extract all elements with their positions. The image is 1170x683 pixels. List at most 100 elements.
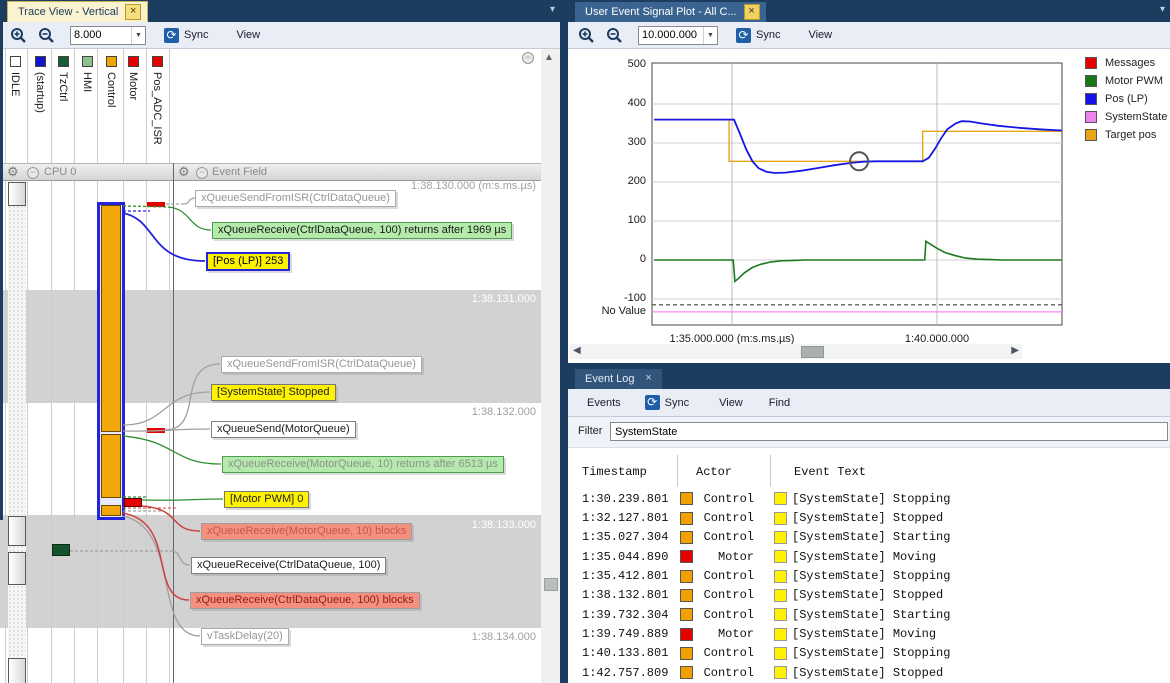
- view-menu[interactable]: View: [719, 397, 743, 409]
- close-icon[interactable]: ×: [642, 372, 656, 386]
- actor-column-label[interactable]: TzCtrl: [57, 72, 69, 101]
- log-row[interactable]: 1:40.133.801Control[SystemState] Stoppin…: [568, 644, 1170, 663]
- tab-event-log[interactable]: Event Log ×: [575, 369, 662, 389]
- log-row[interactable]: 1:35.044.890Motor[SystemState] Moving: [568, 547, 1170, 566]
- gear-icon[interactable]: ⚙: [178, 164, 190, 180]
- task-fragment-tzctrl[interactable]: [52, 544, 70, 556]
- legend-item[interactable]: Messages: [1085, 57, 1155, 69]
- sync-icon[interactable]: ⟳: [645, 395, 660, 410]
- legend-item[interactable]: Pos (LP): [1085, 93, 1148, 105]
- log-row[interactable]: 1:42.757.809Control[SystemState] Stopped: [568, 663, 1170, 682]
- log-row[interactable]: 1:30.239.801Control[SystemState] Stoppin…: [568, 489, 1170, 508]
- zoom-level-field: ▼: [638, 26, 718, 45]
- sync-button[interactable]: Sync: [665, 397, 689, 409]
- event-label[interactable]: xQueueSend(MotorQueue): [211, 421, 356, 438]
- events-menu[interactable]: Events: [587, 397, 621, 409]
- sync-icon[interactable]: ⟳: [164, 28, 179, 43]
- zoom-out-icon[interactable]: [606, 27, 623, 44]
- task-fragment-idle[interactable]: [8, 182, 26, 206]
- legend-label: Motor PWM: [1105, 75, 1163, 87]
- log-row[interactable]: 1:35.412.801Control[SystemState] Stoppin…: [568, 566, 1170, 585]
- legend-item[interactable]: SystemState: [1085, 111, 1167, 123]
- task-fragment-idle[interactable]: [8, 552, 26, 585]
- legend-item[interactable]: Motor PWM: [1085, 75, 1163, 87]
- event-label[interactable]: xQueueSendFromISR(CtrlDataQueue): [195, 190, 396, 207]
- log-row[interactable]: 1:32.127.801Control[SystemState] Stopped: [568, 508, 1170, 527]
- event-label[interactable]: xQueueReceive(CtrlDataQueue, 100) blocks: [190, 592, 420, 609]
- close-icon[interactable]: ×: [125, 4, 141, 20]
- sync-button[interactable]: Sync: [184, 29, 208, 41]
- collapse-all-icon[interactable]: −: [522, 52, 534, 64]
- gear-icon[interactable]: ⚙: [7, 164, 19, 180]
- zoom-level-input[interactable]: [71, 27, 131, 44]
- collapse-icon[interactable]: −: [196, 167, 208, 179]
- legend-item[interactable]: Target pos: [1085, 129, 1156, 141]
- column-header-actor[interactable]: Actor: [680, 465, 772, 479]
- log-event-text: [SystemState] Stopping: [792, 492, 950, 506]
- log-row[interactable]: 1:39.749.889Motor[SystemState] Moving: [568, 624, 1170, 643]
- task-fragment-idle[interactable]: [8, 658, 26, 683]
- actor-column-label[interactable]: IDLE: [9, 72, 21, 96]
- sync-button[interactable]: Sync: [756, 29, 780, 41]
- scroll-up-icon[interactable]: ▲: [544, 52, 554, 63]
- scrollbar-thumb[interactable]: [544, 578, 558, 591]
- zoom-out-icon[interactable]: [38, 27, 55, 44]
- event-label[interactable]: xQueueReceive(MotorQueue, 10) returns af…: [222, 456, 504, 473]
- signal-plot-canvas[interactable]: [568, 50, 1170, 363]
- isr-fragment[interactable]: [147, 428, 165, 433]
- event-label[interactable]: xQueueReceive(MotorQueue, 10) blocks: [201, 523, 412, 540]
- task-fragment-control[interactable]: [101, 505, 121, 516]
- chevron-down-icon[interactable]: ▾: [1160, 4, 1165, 15]
- scrollbar-thumb[interactable]: [801, 346, 824, 358]
- column-header-timestamp[interactable]: Timestamp: [568, 465, 680, 479]
- chevron-down-icon[interactable]: ▼: [703, 27, 717, 44]
- event-label[interactable]: xQueueSendFromISR(CtrlDataQueue): [221, 356, 422, 373]
- tab-trace-view[interactable]: Trace View - Vertical ×: [7, 1, 148, 22]
- actor-marker: [680, 666, 693, 679]
- task-fragment-motor[interactable]: [124, 498, 142, 507]
- close-icon[interactable]: ×: [744, 4, 760, 20]
- log-row[interactable]: 1:35.027.304Control[SystemState] Startin…: [568, 528, 1170, 547]
- task-fragment-idle[interactable]: [8, 516, 26, 546]
- actor-column-label[interactable]: HMI: [81, 72, 93, 92]
- task-fragment-control[interactable]: [101, 434, 121, 498]
- event-label[interactable]: xQueueReceive(CtrlDataQueue, 100) return…: [212, 222, 512, 239]
- scroll-left-icon[interactable]: ◀: [573, 345, 581, 356]
- sync-icon[interactable]: ⟳: [736, 28, 751, 43]
- actor-column-label[interactable]: (startup): [34, 72, 46, 113]
- chevron-down-icon[interactable]: ▾: [550, 4, 555, 15]
- task-fragment-control[interactable]: [101, 205, 121, 432]
- actor-column-label[interactable]: Control: [105, 72, 117, 107]
- legend-label: Target pos: [1105, 129, 1156, 141]
- column-header-event[interactable]: Event Text: [772, 465, 866, 479]
- event-label[interactable]: [Motor PWM] 0: [224, 491, 309, 508]
- view-menu[interactable]: View: [808, 29, 832, 41]
- log-row[interactable]: 1:38.132.801Control[SystemState] Stopped: [568, 586, 1170, 605]
- actor-marker: [680, 589, 693, 602]
- event-label-selected[interactable]: [Pos (LP)] 253: [206, 252, 290, 271]
- column-separator: [51, 49, 52, 683]
- collapse-icon[interactable]: −: [27, 167, 39, 179]
- column-separator: [5, 49, 6, 683]
- scroll-right-icon[interactable]: ▶: [1011, 345, 1019, 356]
- filter-input[interactable]: [610, 422, 1168, 441]
- actor-column-label[interactable]: Motor: [127, 72, 139, 100]
- event-label[interactable]: [SystemState] Stopped: [211, 384, 336, 401]
- event-label[interactable]: vTaskDelay(20): [201, 628, 289, 645]
- tab-signal-plot[interactable]: User Event Signal Plot - All C... ×: [575, 2, 766, 22]
- zoom-in-icon[interactable]: [578, 27, 595, 44]
- actor-color-swatch: [152, 56, 163, 67]
- isr-fragment[interactable]: [147, 202, 165, 207]
- view-menu[interactable]: View: [236, 29, 260, 41]
- panel-divider[interactable]: [560, 0, 568, 683]
- actor-column-label[interactable]: Pos_ADC_ISR: [151, 72, 163, 145]
- log-actor: Control: [693, 646, 754, 660]
- event-label[interactable]: xQueueReceive(CtrlDataQueue, 100): [191, 557, 386, 574]
- chevron-down-icon[interactable]: ▼: [131, 27, 145, 44]
- horizontal-scrollbar[interactable]: ◀ ▶: [570, 344, 1022, 359]
- log-row[interactable]: 1:39.732.304Control[SystemState] Startin…: [568, 605, 1170, 624]
- event-marker: [774, 512, 787, 525]
- find-menu[interactable]: Find: [769, 397, 790, 409]
- zoom-level-input[interactable]: [639, 27, 703, 44]
- zoom-in-icon[interactable]: [10, 27, 27, 44]
